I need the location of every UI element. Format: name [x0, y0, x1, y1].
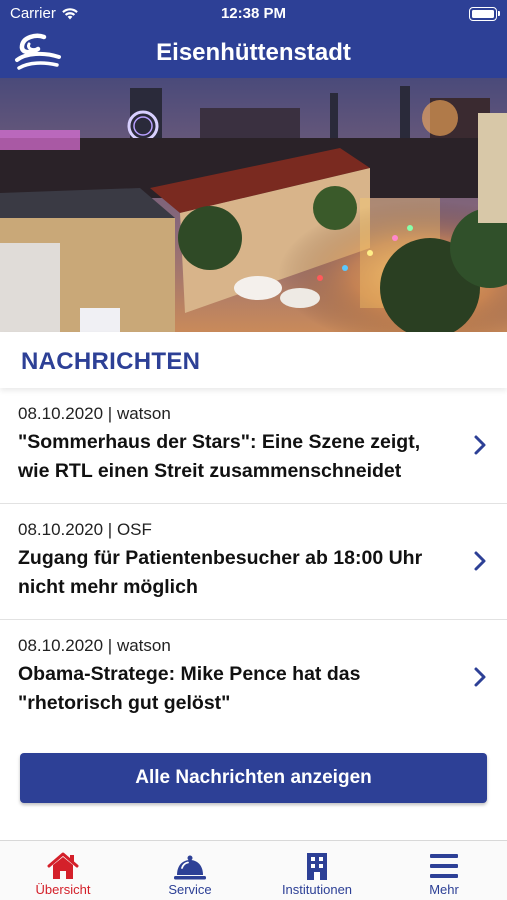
news-list-item[interactable]: 08.10.2020 | watson "Sommerhaus der Star… — [0, 388, 507, 504]
chevron-right-icon — [474, 551, 486, 571]
service-bell-icon — [174, 855, 206, 880]
news-section-header: NACHRICHTEN — [0, 332, 507, 388]
news-headline: Zugang für Patientenbesucher ab 18:00 Uh… — [18, 547, 423, 598]
news-section-title: NACHRICHTEN — [21, 348, 201, 375]
building-icon — [307, 853, 327, 880]
news-headline: "Sommerhaus der Stars": Eine Szene zeigt… — [18, 431, 421, 482]
menu-icon — [430, 854, 458, 878]
page-title: Eisenhüttenstadt — [156, 39, 351, 66]
home-icon — [47, 852, 79, 879]
news-meta: 08.10.2020 | watson — [18, 404, 171, 423]
news-list-item[interactable]: 08.10.2020 | OSF Zugang für Patientenbes… — [0, 504, 507, 620]
tab-overview[interactable]: Übersicht — [0, 841, 126, 900]
tab-label: Übersicht — [35, 882, 91, 897]
status-time: 12:38 PM — [220, 5, 287, 22]
tab-label: Mehr — [429, 882, 459, 897]
tab-label: Institutionen — [281, 882, 353, 897]
hero-image — [0, 78, 507, 332]
tab-institutions[interactable]: Institutionen — [254, 841, 380, 900]
status-bar: Carrier 12:38 PM — [0, 0, 507, 28]
tab-bar: Übersicht Service Institutionen Mehr — [0, 840, 507, 900]
battery-icon — [469, 7, 500, 21]
news-meta: 08.10.2020 | OSF — [18, 520, 152, 539]
all-news-button[interactable]: Alle Nachrichten anzeigen — [20, 753, 487, 803]
news-list-item[interactable]: 08.10.2020 | watson Obama-Stratege: Mike… — [0, 620, 507, 736]
news-meta: 08.10.2020 | watson — [18, 636, 171, 655]
navigation-bar: Eisenhüttenstadt — [0, 28, 507, 78]
news-headline: Obama-Stratege: Mike Pence hat das "rhet… — [18, 663, 361, 714]
tab-service[interactable]: Service — [127, 841, 253, 900]
chevron-right-icon — [474, 667, 486, 687]
tab-label: Service — [168, 882, 212, 897]
chevron-right-icon — [474, 435, 486, 455]
news-list: 08.10.2020 | watson "Sommerhaus der Star… — [0, 388, 507, 736]
tab-more[interactable]: Mehr — [381, 841, 507, 900]
